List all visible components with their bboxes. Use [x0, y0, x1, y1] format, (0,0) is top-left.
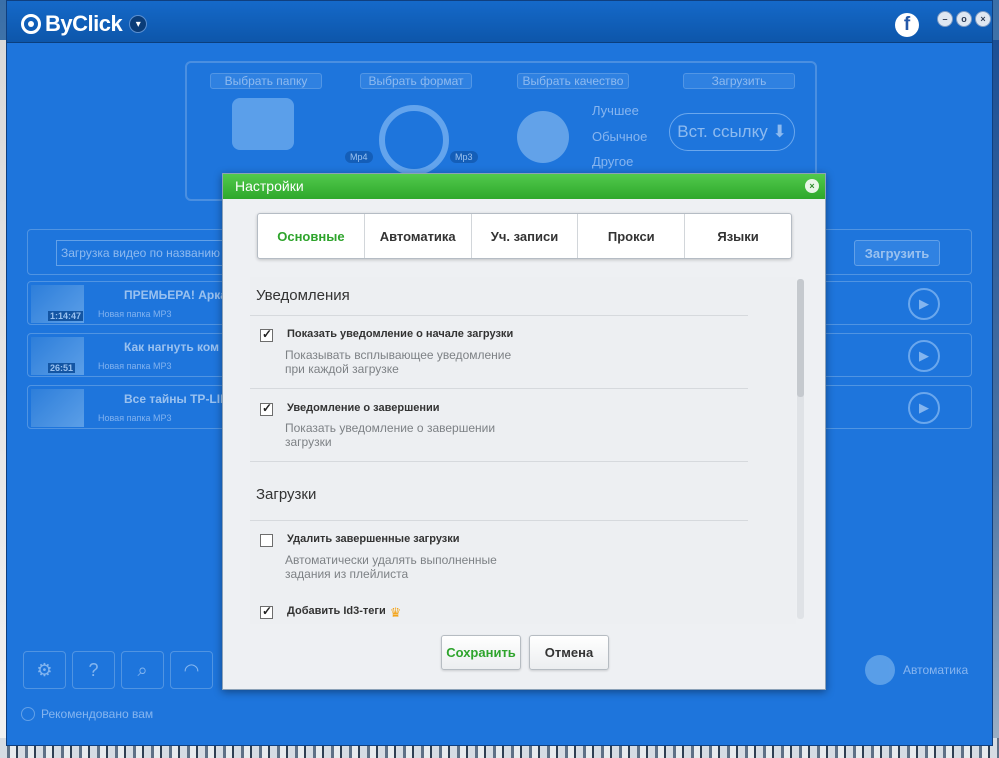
title-bar: ByClick ▾ f – o ×: [7, 1, 992, 43]
video-folder: Новая папка МР3: [98, 361, 172, 371]
facebook-icon[interactable]: f: [895, 13, 919, 37]
video-thumbnail: 1:14:47: [31, 285, 84, 323]
settings-tabs: Основные Автоматика Уч. записи Прокси Яз…: [257, 213, 792, 259]
cancel-button[interactable]: Отмена: [529, 635, 609, 670]
paste-link-button[interactable]: Вст. ссылку ⬇: [669, 113, 795, 151]
option-description: Показывать всплывающее уведомление при к…: [285, 348, 512, 376]
divider: [250, 461, 748, 462]
automation-icon: [865, 655, 895, 685]
save-button[interactable]: Сохранить: [441, 635, 521, 670]
tab-accounts[interactable]: Уч. записи: [472, 214, 579, 258]
recommended-label: Рекомендовано вам: [41, 707, 154, 721]
checkbox-notify-complete[interactable]: [260, 401, 273, 416]
speed-gauge-icon[interactable]: ◠: [170, 651, 213, 689]
settings-content: Уведомления Показать уведомление о начал…: [250, 277, 796, 624]
format-tag-mp4: Mp4: [345, 151, 373, 163]
app-name: ByClick: [45, 11, 123, 36]
section-notifications-heading: Уведомления: [256, 287, 350, 304]
recommended-toggle-icon: [21, 707, 35, 721]
settings-dialog: Настройки × Основные Автоматика Уч. запи…: [222, 173, 826, 690]
option-label: Показать уведомление о начале загрузки: [287, 328, 514, 340]
step-choose-quality: Выбрать качество: [517, 73, 629, 89]
video-duration: 1:14:47: [48, 311, 84, 321]
tab-general[interactable]: Основные: [258, 214, 365, 258]
format-disc-icon[interactable]: [379, 105, 449, 175]
tab-proxy[interactable]: Прокси: [578, 214, 686, 258]
option-notify-start[interactable]: Показать уведомление о начале загрузки: [260, 327, 514, 342]
app-menu-dropdown-icon[interactable]: ▾: [129, 15, 148, 33]
quality-normal[interactable]: Обычное: [592, 129, 647, 144]
dialog-title: Настройки: [235, 178, 304, 194]
folder-icon[interactable]: [232, 98, 294, 150]
quality-other[interactable]: Другое: [592, 154, 633, 169]
video-title: Все тайны TP-LIN: [124, 392, 229, 406]
step-download: Загрузить: [683, 73, 795, 89]
section-downloads-heading: Загрузки: [256, 486, 317, 503]
video-folder: Новая папка МР3: [98, 413, 172, 423]
step-choose-folder: Выбрать папку: [210, 73, 322, 89]
close-button[interactable]: ×: [975, 11, 991, 27]
checkbox-id3-tags[interactable]: [260, 604, 273, 619]
option-label: Добавить Id3-теги: [287, 605, 386, 617]
app-logo: ByClick ▾: [21, 11, 148, 37]
paste-link-label: Вст. ссылку: [677, 122, 768, 141]
video-folder: Новая папка МР3: [98, 309, 172, 319]
help-icon[interactable]: ?: [72, 651, 115, 689]
automation-label: Автоматика: [903, 663, 969, 677]
window-controls: – o ×: [937, 11, 991, 27]
checkbox-delete-completed[interactable]: [260, 534, 273, 547]
option-description: Показать уведомление о завершении загруз…: [285, 421, 496, 449]
settings-gear-icon[interactable]: ⚙: [23, 651, 66, 689]
quality-best[interactable]: Лучшее: [592, 103, 639, 118]
search-icon[interactable]: ⌕: [121, 651, 164, 689]
dialog-title-bar: Настройки ×: [223, 174, 825, 199]
divider: [250, 388, 748, 389]
settings-scrollbar[interactable]: [797, 279, 804, 619]
option-id3-tags[interactable]: Добавить Id3-теги ♛: [260, 604, 402, 621]
video-title: Как нагнуть ком: [124, 340, 219, 354]
logo-icon: [21, 14, 41, 34]
step-choose-format: Выбрать формат: [360, 73, 472, 89]
video-duration: 26:51: [48, 363, 76, 373]
divider: [250, 520, 748, 521]
option-description: Автоматически удалять выполненные задани…: [285, 553, 497, 581]
play-icon[interactable]: ▶: [908, 288, 940, 320]
premium-crown-icon: ♛: [389, 605, 402, 620]
scrollbar-thumb[interactable]: [797, 279, 804, 397]
checkbox-notify-start[interactable]: [260, 327, 273, 342]
bottom-toolbar: ⚙ ? ⌕ ◠: [23, 651, 213, 689]
search-input[interactable]: Загрузка видео по названию: [56, 240, 226, 266]
tab-languages[interactable]: Языки: [685, 214, 791, 258]
quality-dial-icon[interactable]: [517, 111, 569, 163]
video-title: ПРЕМЬЕРА! Арка: [124, 288, 227, 302]
option-label: Уведомление о завершении: [287, 402, 440, 414]
divider: [250, 315, 748, 316]
search-load-button[interactable]: Загрузить: [854, 240, 940, 266]
tab-automation[interactable]: Автоматика: [365, 214, 472, 258]
option-notify-complete[interactable]: Уведомление о завершении: [260, 401, 440, 416]
play-icon[interactable]: ▶: [908, 340, 940, 372]
maximize-button[interactable]: o: [956, 11, 972, 27]
format-tag-mp3: Mp3: [450, 151, 478, 163]
recommended-link[interactable]: Рекомендовано вам: [21, 707, 153, 721]
automation-toggle[interactable]: Автоматика: [865, 655, 968, 685]
video-thumbnail: [31, 389, 84, 427]
option-delete-completed[interactable]: Удалить завершенные загрузки: [260, 533, 460, 547]
option-label: Удалить завершенные загрузки: [287, 533, 460, 545]
play-icon[interactable]: ▶: [908, 392, 940, 424]
dialog-close-icon[interactable]: ×: [805, 179, 819, 193]
minimize-button[interactable]: –: [937, 11, 953, 27]
video-thumbnail: 26:51: [31, 337, 84, 375]
